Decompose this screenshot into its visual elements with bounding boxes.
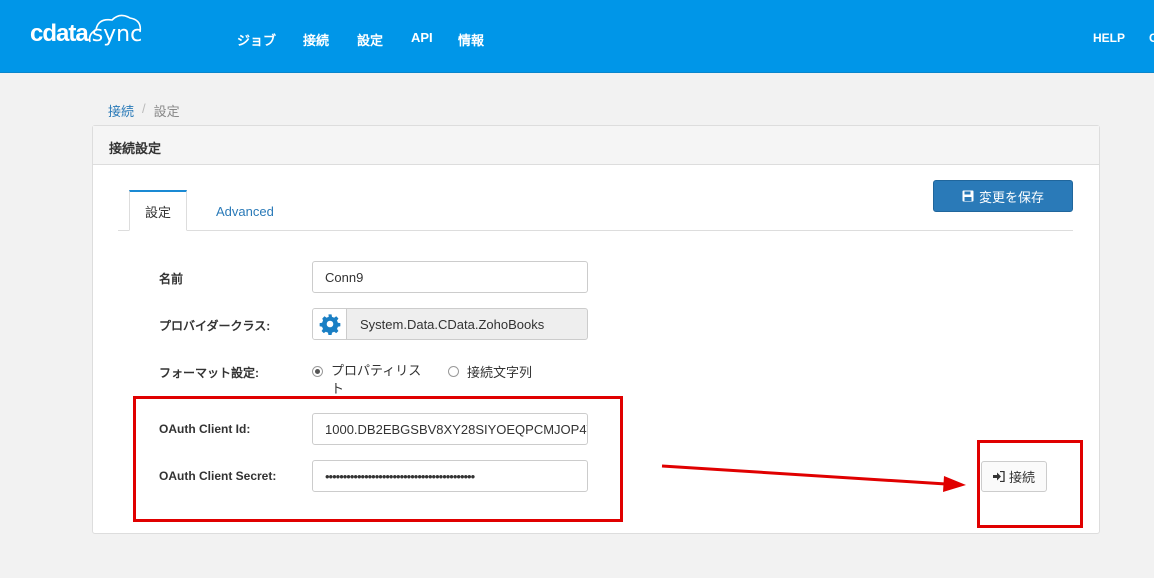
annotation-arrow bbox=[661, 464, 966, 492]
